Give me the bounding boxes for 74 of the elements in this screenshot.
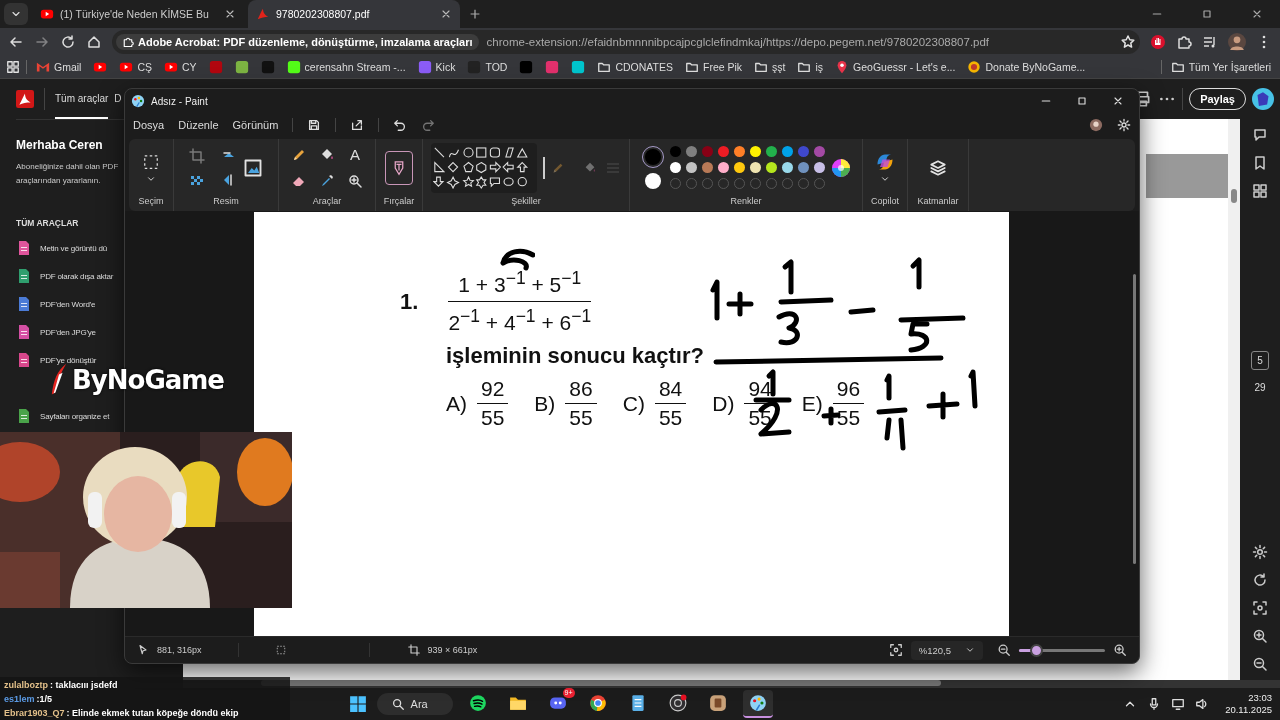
fraction-denominator: 2$^{−1}$ + 4$^{−1}$ + 6$^{−1}$ (448, 305, 592, 335)
chat-username: Ebrar1903_Q7 (4, 708, 65, 718)
browser-tab[interactable]: (1) Türkiye'de Neden KİMSE Bu (32, 0, 244, 28)
bookmark[interactable]: Tüm Yer İşaretleri (1167, 60, 1274, 74)
tool-item[interactable]: PDF olarak dışa aktar (16, 262, 114, 290)
window-title: Adsız - Paint (151, 95, 208, 107)
fraction-numerator: 1 + 3$^{−1}$ + 5$^{−1}$ (448, 268, 592, 302)
group-label: Copilot (871, 196, 899, 208)
search-field[interactable]: Ara (376, 693, 453, 715)
cursor-position: 881, 316px (157, 645, 202, 655)
bookmark[interactable]: iş (794, 60, 827, 74)
tool-item[interactable]: PDF'den JPG'ye (16, 318, 96, 346)
bookmark[interactable]: şşt (751, 60, 789, 74)
bookmark[interactable]: CDONATES (594, 60, 676, 74)
zoom-dropdown[interactable]: %120,5 (910, 640, 983, 660)
fraction-numerator: 84 (654, 377, 687, 404)
menu-item[interactable]: Görünüm (232, 119, 279, 131)
option-letter: D) (712, 391, 735, 416)
chat-message: :1/5 (36, 694, 53, 704)
question-text: işleminin sonucu kaçtır? (446, 343, 705, 369)
fraction-numerator: 96 (832, 377, 865, 404)
fraction-denominator: 55 (481, 405, 505, 430)
site-name: Adobe Acrobat: PDF düzenleme, dönüştürme, imzalama araçları (138, 36, 473, 48)
chat-message: : Elinde ekmek tutan köpeğe döndü ekip (66, 708, 239, 718)
fraction-numerator: 92 (477, 377, 509, 404)
fraction-denominator: 55 (569, 405, 593, 430)
fraction-denominator: 55 (748, 405, 772, 430)
fraction-denominator: 55 (658, 405, 683, 430)
address-bar[interactable]: Adobe Acrobat: PDF düzenleme, dönüştürme, imzalama araçları chrome-extension://efaidnbmnnnibpcajpcglclefindmkaj/https://depo.pegem.net/9780202308807.pdf (112, 30, 1140, 54)
group-label: Araçlar (312, 196, 342, 208)
clock-date[interactable]: 20.11.2025 (1225, 704, 1272, 716)
tools-tab[interactable]: Tüm araçlar (55, 79, 109, 119)
bookmark[interactable]: cerensahn Stream -... (283, 60, 409, 74)
option-letter: B) (534, 391, 556, 416)
section-heading: TÜM ARAÇLAR (16, 218, 80, 228)
bookmark[interactable]: CY (161, 60, 200, 74)
bookmark[interactable]: Donate ByNoGame... (964, 60, 1089, 74)
page-count: 29 (1254, 381, 1266, 393)
option-letter: A) (446, 391, 467, 416)
group-label: Şekiller (511, 196, 541, 208)
chat-username: es1lem (4, 694, 35, 704)
menu-item[interactable]: Dosya (133, 119, 165, 131)
greeting: Merhaba Ceren (16, 138, 104, 152)
bookmark[interactable]: Gmail (33, 60, 85, 74)
intro-text: araçlarından yararlanın. (16, 175, 101, 187)
tool-item[interactable]: Sayfaları organize et (16, 402, 110, 430)
site-chip[interactable]: Adobe Acrobat: PDF düzenleme, dönüştürme, imzalama araçları (116, 34, 479, 50)
option-letter: E) (801, 391, 823, 416)
tool-item[interactable]: PDF'den Word'e (16, 290, 96, 318)
group-label: Resim (213, 196, 239, 208)
text-tool[interactable]: A (350, 146, 360, 163)
bookmark[interactable]: GeoGuessr - Let's e... (832, 60, 959, 74)
tools-tab[interactable]: D (114, 79, 122, 119)
bookmark[interactable]: CŞ (116, 60, 155, 74)
group-label: Fırçalar (383, 196, 415, 208)
intro-text: Aboneliğinize dahil olan PDF (16, 161, 119, 173)
canvas-size: 939 × 661px (427, 645, 478, 655)
option-letter: C) (622, 391, 645, 416)
chat-message: : taklacııı jsdefd (50, 680, 118, 690)
menu-item[interactable]: Düzenle (178, 119, 219, 131)
group-label: Renkler (730, 196, 762, 208)
group-label: Seçim (138, 196, 164, 208)
bookmark[interactable]: TOD (464, 60, 511, 74)
bookmark[interactable]: Kick (414, 60, 459, 74)
url-text: chrome-extension://efaidnbmnnnibpcajpcglclefindmkaj/https://depo.pegem.net/9780202308807.pdf (486, 36, 990, 48)
page-number[interactable]: 5 (1251, 350, 1269, 370)
tool-item[interactable]: Metin ve görüntü dü (16, 234, 107, 262)
browser-tab[interactable]: 9780202308807.pdf (248, 0, 460, 28)
clock-time[interactable]: 23:03 (1248, 692, 1272, 704)
question-number: 1. (400, 288, 419, 315)
bookmark[interactable]: Free Pik (681, 60, 746, 74)
group-label: Katmanlar (917, 196, 959, 208)
fraction-numerator: 86 (565, 377, 597, 404)
chat-username: zulalboztp (4, 680, 48, 690)
